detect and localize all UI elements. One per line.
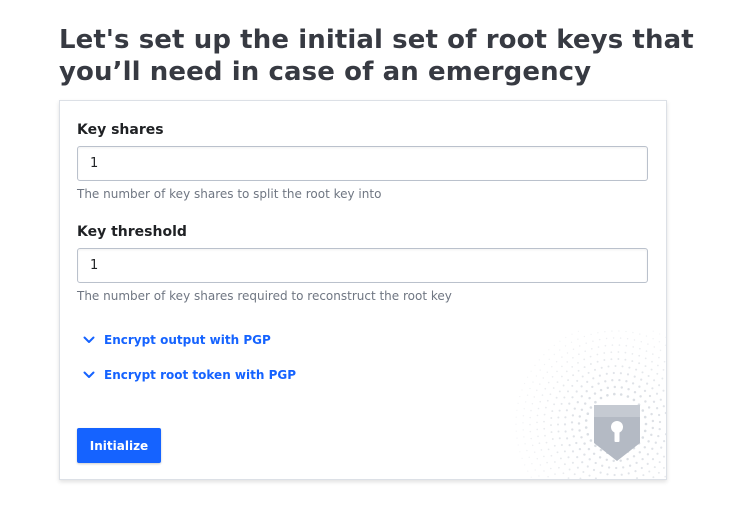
key-shares-input[interactable] — [77, 146, 648, 181]
key-threshold-field: Key threshold The number of key shares r… — [77, 223, 648, 304]
key-threshold-help: The number of key shares required to rec… — [77, 289, 452, 303]
encrypt-output-pgp-label: Encrypt output with PGP — [104, 333, 271, 347]
encrypt-root-token-pgp-toggle[interactable]: Encrypt root token with PGP — [80, 366, 296, 384]
key-shares-label: Key shares — [77, 122, 164, 138]
page-title: Let's set up the initial set of root key… — [59, 25, 694, 87]
key-shares-field: Key shares The number of key shares to s… — [77, 121, 648, 202]
encrypt-root-token-pgp-label: Encrypt root token with PGP — [104, 368, 297, 382]
chevron-down-icon — [80, 331, 98, 349]
key-shares-help: The number of key shares to split the ro… — [77, 187, 382, 201]
key-threshold-label: Key threshold — [77, 224, 187, 240]
chevron-down-icon — [80, 366, 98, 384]
init-form-card: Key shares The number of key shares to s… — [59, 100, 667, 480]
encrypt-output-pgp-toggle[interactable]: Encrypt output with PGP — [80, 331, 271, 349]
key-threshold-input[interactable] — [77, 248, 648, 283]
dotted-halo-decoration — [515, 330, 666, 479]
initialize-button[interactable]: Initialize — [77, 428, 161, 463]
shield-keyhole-icon — [594, 405, 640, 461]
